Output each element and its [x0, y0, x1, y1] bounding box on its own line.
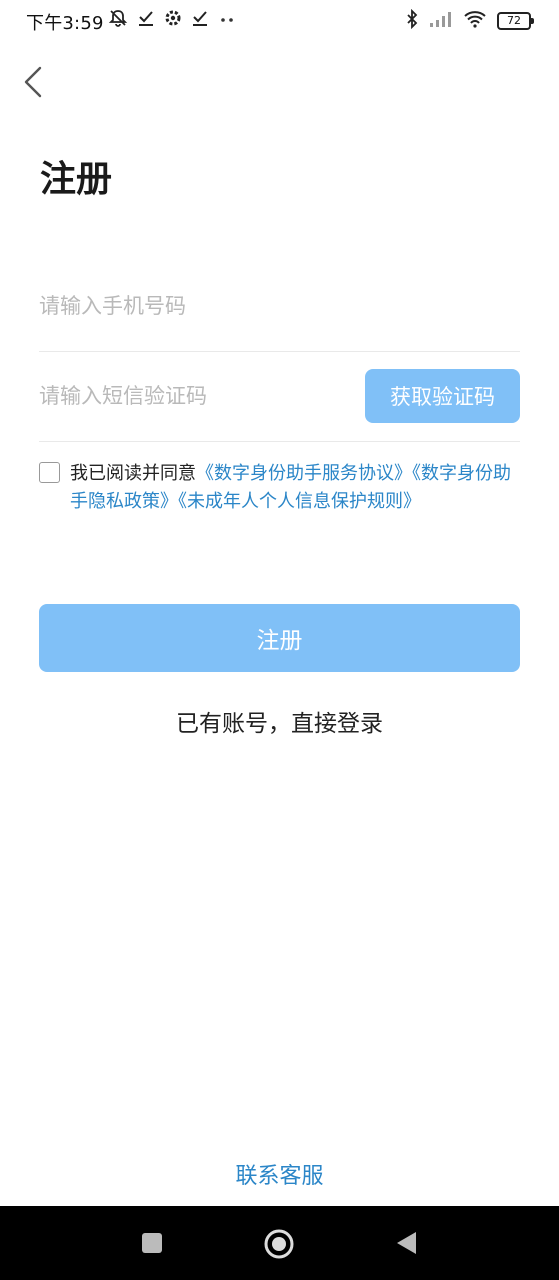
status-bar: 下午3:59 72	[0, 0, 559, 44]
check-icon	[192, 9, 208, 31]
home-button[interactable]	[263, 1228, 294, 1259]
recents-button[interactable]	[137, 1228, 167, 1258]
square-recents-icon	[142, 1233, 162, 1253]
signal-icon	[429, 10, 453, 32]
get-code-button[interactable]: 获取验证码	[365, 369, 520, 423]
service-agreement-link[interactable]: 《数字身份助手服务协议》	[196, 463, 412, 484]
back-button[interactable]	[16, 62, 52, 102]
status-left-icons	[108, 9, 236, 31]
check-icon	[138, 9, 154, 31]
sms-code-input[interactable]	[39, 352, 359, 440]
battery-icon: 72	[497, 12, 534, 30]
nav-back-button[interactable]	[392, 1228, 422, 1258]
circle-home-icon	[264, 1229, 294, 1259]
status-right-icons: 72	[405, 8, 534, 33]
wifi-icon	[463, 10, 487, 32]
chevron-left-icon	[24, 66, 42, 98]
phone-field-row	[39, 262, 520, 352]
page-title: 注册	[40, 159, 113, 200]
register-button[interactable]: 注册	[39, 604, 520, 672]
sms-code-field-row: 获取验证码	[39, 352, 520, 442]
agreement-prefix: 我已阅读并同意	[70, 463, 196, 484]
minor-protection-link[interactable]: 《未成年人个人信息保护规则》	[178, 491, 421, 512]
more-dots-icon	[218, 9, 236, 31]
navigation-bar	[0, 1206, 559, 1280]
login-link[interactable]: 已有账号，直接登录	[0, 704, 559, 738]
status-time: 下午3:59	[26, 13, 104, 34]
bluetooth-icon	[405, 8, 419, 33]
agreement-text: 我已阅读并同意《数字身份助手服务协议》《数字身份助手隐私政策》《未成年人个人信息…	[70, 460, 520, 516]
settings-icon	[164, 9, 182, 31]
phone-input[interactable]	[39, 262, 359, 350]
notifications-off-icon	[108, 8, 128, 32]
contact-support-link[interactable]: 联系客服	[0, 1158, 559, 1190]
agreement-checkbox[interactable]	[39, 462, 60, 483]
triangle-back-icon	[397, 1232, 416, 1254]
